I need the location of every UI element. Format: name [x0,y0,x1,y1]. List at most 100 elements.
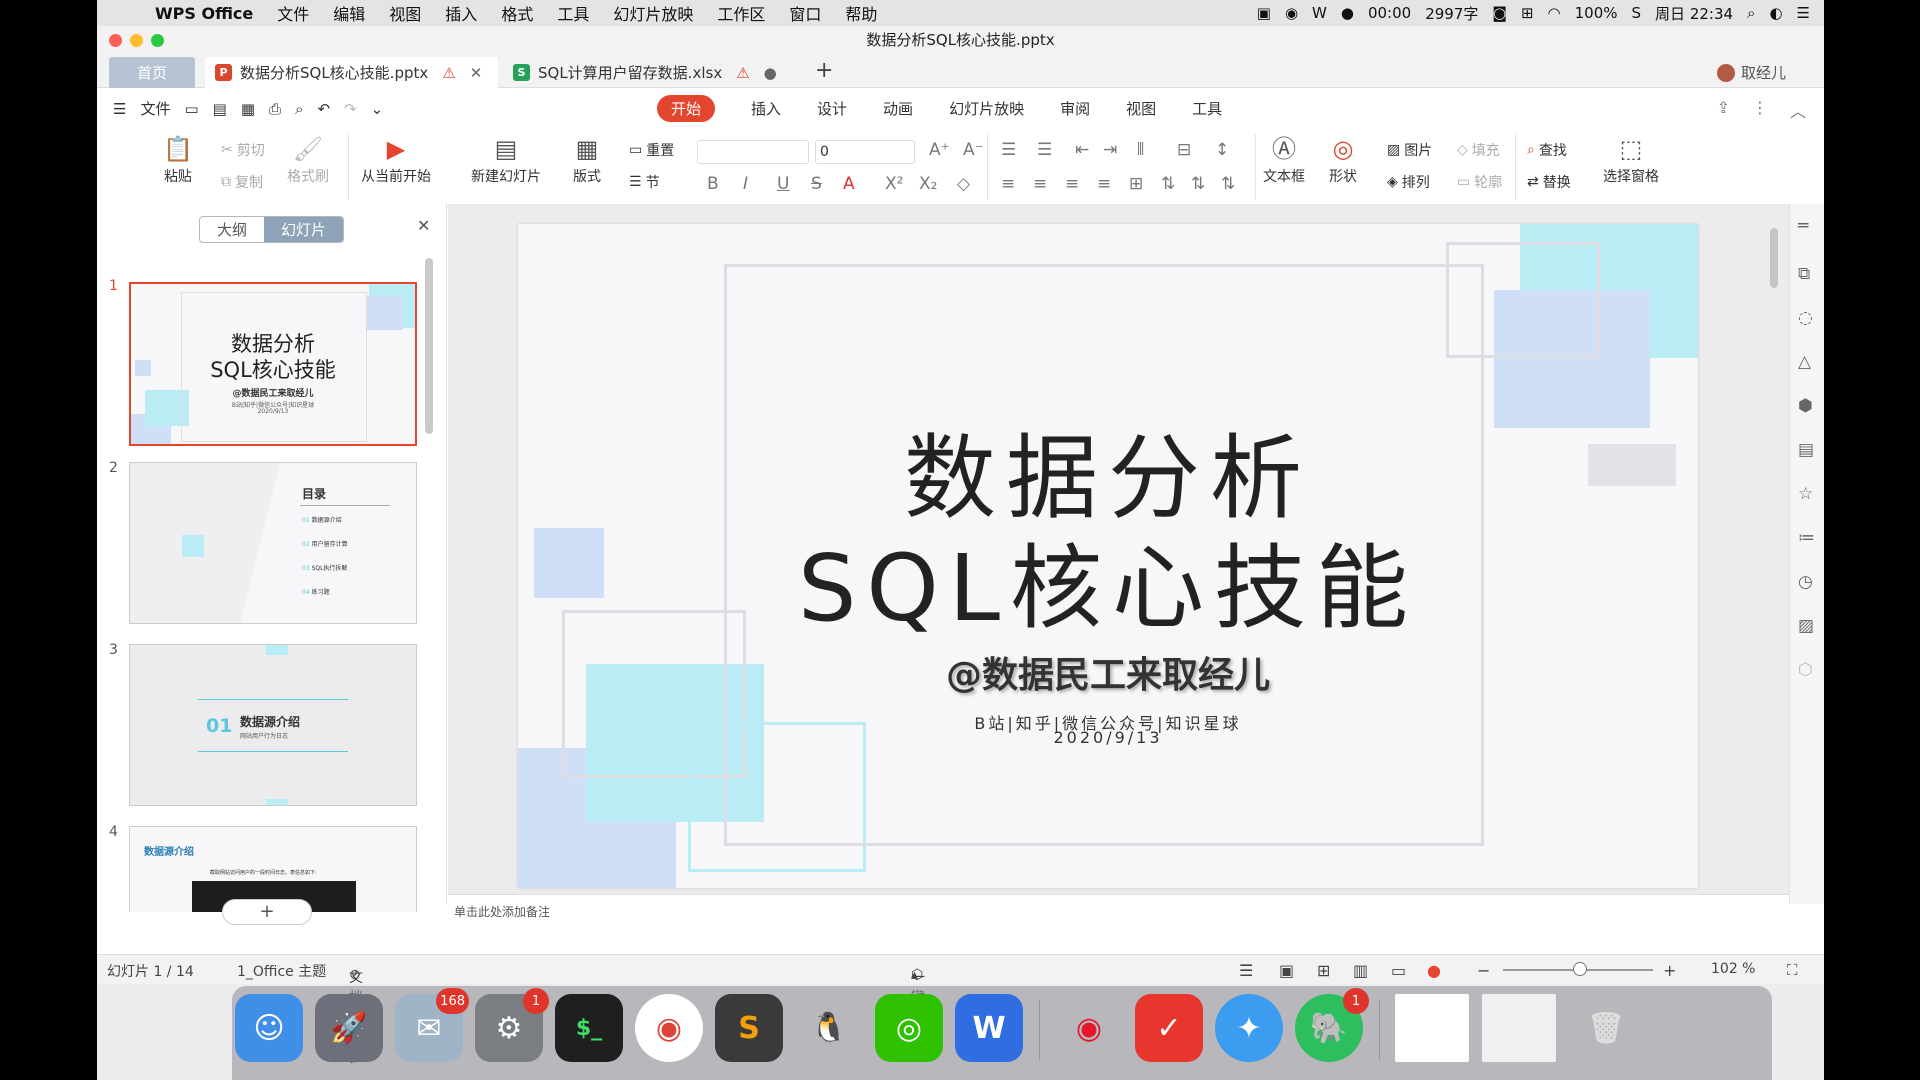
bullets-icon[interactable]: ☰ [1001,140,1016,160]
notes-view-icon[interactable]: ☰ [1239,961,1253,980]
zoom-window-button[interactable] [151,34,164,47]
image-icon[interactable]: ▨ [1798,616,1814,636]
sogou-icon[interactable]: S [1632,4,1642,22]
outline-tab[interactable]: 大纲 [200,217,264,242]
grow-font-icon[interactable]: A⁺ [929,140,950,160]
italic-icon[interactable]: I [743,174,748,194]
font-size-select[interactable]: 0 [815,140,915,164]
add-tab-button[interactable]: + [815,58,833,83]
tab-home[interactable]: 首页 [109,57,195,88]
share-icon[interactable]: ⇪ [1717,98,1730,122]
align-text-icon[interactable]: ⊟ [1177,140,1191,160]
new-slide-button[interactable]: ▤ 新建幻灯片 [471,132,541,186]
ribbon-tab-view[interactable]: 视图 [1126,98,1156,119]
menu-app-name[interactable]: WPS Office [155,4,253,23]
menu-help[interactable]: 帮助 [845,1,877,25]
collapse-sidebar-icon[interactable]: ═ [1798,216,1808,236]
line-spacing-icon[interactable]: ↕ [1215,140,1229,160]
evernote-icon[interactable]: 🐘 1 [1295,988,1369,1062]
copy-button[interactable]: ⧉ 复制 [221,172,263,192]
subscript-icon[interactable]: X₂ [919,174,937,194]
file-menu-button[interactable]: 文件 [140,98,170,119]
spacing-more-icon[interactable]: ⇅ [1221,174,1235,194]
textbox-button[interactable]: Ⓐ 文本框 [1263,132,1305,186]
panel-scrollbar[interactable] [425,258,433,434]
clear-format-icon[interactable]: ◇ [957,174,970,194]
system-preferences-icon[interactable]: ⚙ 1 [475,988,549,1062]
history-icon[interactable]: ◷ [1798,572,1813,592]
outline-button[interactable]: ▭ 轮廓 [1457,172,1502,192]
spotlight-icon[interactable]: ⌕ [1747,4,1755,22]
distribute-icon[interactable]: ⊞ [1129,174,1143,194]
user-account[interactable]: 取经儿 [1716,62,1786,83]
notification-icon[interactable]: ☰ [1797,4,1810,22]
print-preview-icon[interactable]: ⌕ [295,100,303,118]
safari-icon[interactable]: ✦ [1215,994,1283,1062]
slide-title-line2[interactable]: SQL核心技能 [518,514,1698,647]
selection-pane-button[interactable]: ⬚ 选择窗格 [1603,132,1659,186]
settings-sliders-icon[interactable]: ≔ [1798,528,1815,548]
menu-window[interactable]: 窗口 [789,1,821,25]
minimized-window-2[interactable] [1482,994,1556,1062]
menu-insert[interactable]: 插入 [445,1,477,25]
slide-thumbnail-3[interactable]: 01 数据源介绍 网站用户行为日志 [129,644,417,806]
shape-button[interactable]: ◎ 形状 [1329,132,1357,186]
replace-button[interactable]: ⇄ 替换 [1527,172,1571,192]
finder-icon[interactable]: ☺ [235,994,303,1062]
design-icon[interactable]: ⬢ [1798,396,1813,416]
current-slide[interactable]: 数据分析 SQL核心技能 @数据民工来取经儿 B站|知乎|微信公众号|知识星球 … [518,224,1698,888]
terminal-icon[interactable]: $_ [555,994,623,1062]
hamburger-icon[interactable]: ☰ [113,100,126,118]
wifi-icon[interactable]: ◠ [1548,4,1561,22]
zoom-in-icon[interactable]: + [1663,961,1676,980]
ribbon-tab-design[interactable]: 设计 [817,98,847,119]
reset-button[interactable]: ▭ 重置 [629,140,674,160]
menu-view[interactable]: 视图 [389,1,421,25]
picture-button[interactable]: ▨ 图片 [1387,140,1432,160]
presenter-view-icon[interactable]: ▭ [1391,961,1406,980]
superscript-icon[interactable]: X² [885,174,903,194]
play-from-current-button[interactable]: ▶ 从当前开始 [361,132,431,186]
slide-author[interactable]: @数据民工来取经儿 [518,646,1698,698]
menu-edit[interactable]: 编辑 [333,1,365,25]
slides-tab[interactable]: 幻灯片 [264,217,344,242]
ribbon-tab-review[interactable]: 审阅 [1060,98,1090,119]
justify-icon[interactable]: ≡ [1097,174,1111,194]
slide-thumbnail-1[interactable]: 数据分析 SQL核心技能 @数据民工来取经儿 B站|知乎|微信公众号|知识星球 … [129,282,417,446]
zoom-slider-thumb[interactable] [1573,962,1587,976]
qq-icon[interactable]: 🐧 [795,994,863,1062]
menu-tools[interactable]: 工具 [557,1,589,25]
save-icon[interactable]: ▤ [213,100,227,118]
section-button[interactable]: ☰ 节 [629,172,660,192]
mail-icon[interactable]: ✉ 168 [395,988,469,1062]
notes-area[interactable]: 单击此处添加备注 [448,894,1789,924]
format-painter-button[interactable]: 🖌 格式刷 [287,132,329,186]
add-slide-button[interactable]: + [222,899,312,925]
weibo-icon[interactable]: ◉ [1055,994,1123,1062]
ribbon-tab-insert[interactable]: 插入 [751,98,781,119]
trash-icon[interactable]: 🗑 [1572,994,1640,1062]
arrange-button[interactable]: ◈ 排列 [1387,172,1430,192]
object-props-icon[interactable]: ⧉ [1798,264,1810,284]
minimized-window-1[interactable] [1395,994,1469,1062]
reading-view-icon[interactable]: ▥ [1353,961,1368,980]
zoom-level[interactable]: 102 % [1711,961,1755,977]
bold-icon[interactable]: B [707,174,719,194]
editor-scrollbar[interactable] [1770,228,1778,288]
numbering-icon[interactable]: ☰ [1037,140,1052,160]
font-color-icon[interactable]: A [843,174,855,194]
close-panel-icon[interactable]: ✕ [417,216,430,235]
zoom-out-icon[interactable]: − [1477,961,1490,980]
indent-decrease-icon[interactable]: ⇤ [1075,140,1089,160]
text-direction-icon[interactable]: ⫴ [1137,140,1144,160]
more-icon[interactable]: ⋮ [1752,98,1768,122]
mic-icon[interactable]: ◙ [1492,4,1507,22]
play-slideshow-icon[interactable]: ● [1427,961,1441,980]
template-icon[interactable]: ▤ [1798,440,1814,460]
font-name-select[interactable] [697,140,809,164]
redo-icon[interactable]: ↷ [344,100,357,118]
menu-slideshow[interactable]: 幻灯片放映 [613,1,693,25]
cut-button[interactable]: ✂ 剪切 [221,140,265,160]
find-button[interactable]: ⌕ 查找 [1527,140,1567,160]
input-method-icon[interactable]: ⊞ [1521,4,1534,22]
